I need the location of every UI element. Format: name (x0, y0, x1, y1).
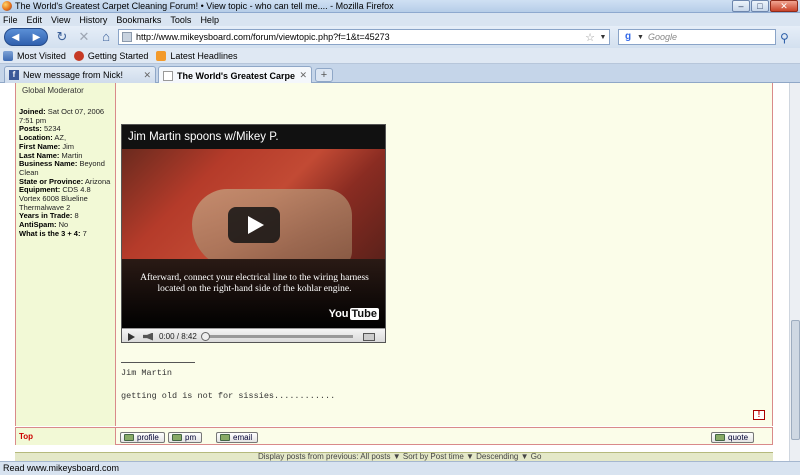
url-dropdown-icon[interactable]: ▼ (597, 34, 609, 41)
signature-divider (121, 362, 195, 363)
menu-help[interactable]: Help (200, 15, 219, 25)
url-input[interactable]: http://www.mikeysboard.com/forum/viewtop… (136, 32, 583, 42)
fullscreen-icon[interactable] (362, 332, 375, 341)
most-visited-icon (3, 50, 13, 61)
youtube-logo[interactable]: You Tube (329, 308, 379, 320)
status-bar: Read www.mikeysboard.com (0, 461, 800, 475)
profile-field: Equipment: CDS 4.8 Vortex 6008 Blueline … (19, 185, 91, 212)
menu-file[interactable]: File (3, 15, 18, 25)
bookmark-getting-started[interactable]: Getting Started (73, 50, 148, 61)
profile-icon (124, 434, 134, 441)
search-engine-dropdown-icon[interactable]: ▼ (637, 34, 644, 41)
tab-close-icon[interactable]: ✕ (143, 70, 151, 81)
vertical-scrollbar[interactable] (789, 83, 800, 461)
video-time: 0:00 / 8:42 (159, 332, 197, 341)
forward-arrow-icon[interactable]: ▶ (33, 32, 41, 43)
google-engine-icon[interactable]: g (621, 31, 635, 43)
window-title: The World's Greatest Carpet Cleaning For… (15, 1, 394, 11)
seek-handle[interactable] (200, 332, 210, 341)
tab-close-icon[interactable]: ✕ (299, 70, 307, 81)
footer-border (772, 428, 773, 445)
getting-started-icon (73, 50, 84, 61)
search-input[interactable]: Google (648, 32, 677, 42)
video-title[interactable]: Jim Martin spoons w/Mikey P. (128, 131, 279, 143)
menu-bar: File Edit View History Bookmarks Tools H… (0, 13, 800, 26)
tab-bar: f New message from Nick! ✕ The World's G… (0, 64, 800, 84)
profile-button[interactable]: profile (120, 432, 165, 443)
pm-icon (172, 434, 182, 441)
play-icon[interactable] (128, 332, 135, 341)
menu-history[interactable]: History (79, 15, 107, 25)
reload-icon[interactable]: ↻ (54, 29, 70, 45)
post-footer-row: Top profile pm email quote (15, 427, 773, 445)
window-controls: – □ ✕ (732, 0, 798, 12)
scrollbar-thumb[interactable] (791, 320, 800, 440)
youtube-video-player[interactable]: Jim Martin spoons w/Mikey P. Afterward, … (121, 124, 386, 343)
tab-facebook-message[interactable]: f New message from Nick! ✕ (4, 66, 156, 83)
page-content: Global Moderator Joined: Sat Oct 07, 200… (0, 83, 789, 461)
quote-button[interactable]: quote (711, 432, 755, 443)
post-author-profile: Global Moderator Joined: Sat Oct 07, 200… (15, 83, 116, 426)
volume-icon[interactable] (143, 332, 153, 341)
seek-bar[interactable] (200, 332, 353, 341)
address-bar[interactable]: http://www.mikeysboard.com/forum/viewtop… (118, 29, 610, 45)
new-tab-button[interactable]: + (315, 68, 333, 82)
user-rank: Global Moderator (22, 86, 84, 95)
search-box[interactable]: g ▼ Google (618, 29, 776, 45)
maximize-button[interactable]: □ (751, 0, 769, 12)
bookmark-star-icon[interactable]: ☆ (583, 31, 597, 44)
menu-tools[interactable]: Tools (170, 15, 191, 25)
firefox-icon (2, 1, 12, 11)
pm-button[interactable]: pm (168, 432, 203, 443)
site-favicon-icon (122, 32, 132, 42)
menu-view[interactable]: View (51, 15, 70, 25)
top-link[interactable]: Top (15, 428, 116, 445)
search-magnifier-icon[interactable]: ⚲ (780, 31, 789, 45)
bookmark-most-visited[interactable]: Most Visited (3, 50, 66, 61)
display-options-bar: Display posts from previous: All posts ▼… (15, 452, 773, 461)
tab-forum-topic[interactable]: The World's Greatest Carpet Clea... ✕ (158, 66, 312, 84)
minimize-button[interactable]: – (732, 0, 750, 12)
back-forward-buttons[interactable]: ◀ ▶ (4, 28, 48, 46)
email-icon (220, 434, 230, 441)
navigation-toolbar: ◀ ▶ ↻ ✕ ⌂ http://www.mikeysboard.com/for… (0, 26, 800, 48)
signature-quote: getting old is not for sissies..........… (121, 391, 336, 401)
signature-name: Jim Martin (121, 368, 173, 378)
video-controls: 0:00 / 8:42 (122, 328, 385, 342)
play-overlay-icon[interactable] (228, 207, 280, 243)
rss-feed-icon (156, 50, 167, 61)
profile-field: Joined: Sat Oct 07, 2006 7:51 pm (19, 107, 105, 125)
bookmark-latest-headlines[interactable]: Latest Headlines (156, 50, 237, 61)
back-arrow-icon[interactable]: ◀ (12, 32, 20, 43)
quote-icon (715, 434, 725, 441)
forum-favicon-icon (163, 70, 173, 81)
profile-field: Business Name: Beyond Clean (19, 159, 105, 177)
profile-field: What is the 3 + 4: 7 (19, 228, 87, 238)
post-body: Jim Martin spoons w/Mikey P. Afterward, … (116, 83, 773, 426)
menu-edit[interactable]: Edit (27, 15, 43, 25)
bookmarks-toolbar: Most Visited Getting Started Latest Head… (0, 48, 800, 64)
email-button[interactable]: email (216, 432, 259, 443)
stop-icon[interactable]: ✕ (76, 29, 92, 45)
home-icon[interactable]: ⌂ (98, 29, 114, 45)
window-title-bar: The World's Greatest Carpet Cleaning For… (0, 0, 800, 13)
video-caption: Afterward, connect your electrical line … (140, 273, 369, 294)
close-button[interactable]: ✕ (770, 0, 798, 12)
report-post-icon[interactable]: ! (753, 410, 765, 420)
facebook-icon: f (9, 70, 19, 80)
menu-bookmarks[interactable]: Bookmarks (116, 15, 161, 25)
display-options-text[interactable]: Display posts from previous: All posts ▼… (258, 453, 541, 461)
